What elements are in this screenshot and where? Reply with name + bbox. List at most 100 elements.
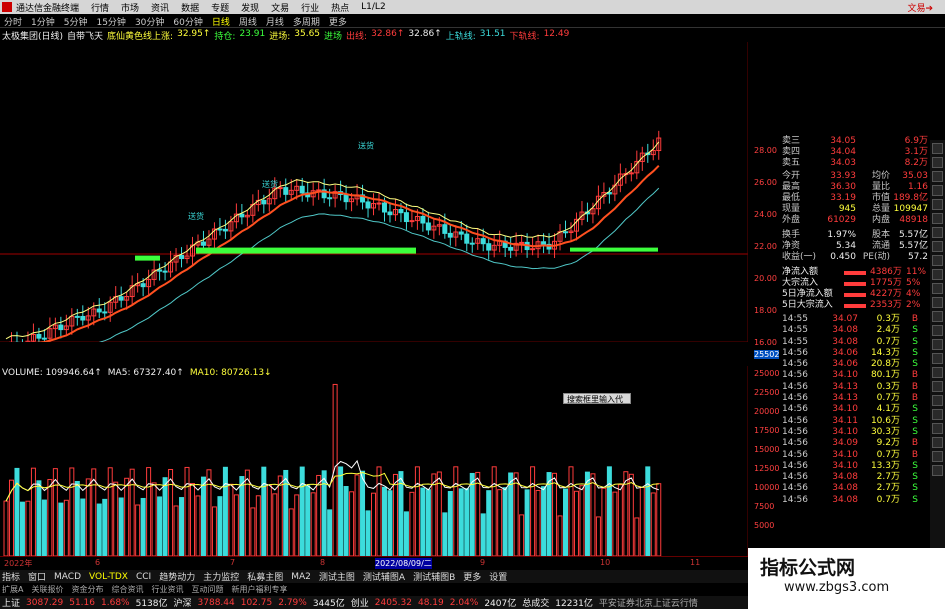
toolbar-icon[interactable]: [932, 339, 943, 350]
candle: [425, 222, 431, 231]
ask-row: 卖三 34.05 6.9万: [782, 136, 930, 147]
menu-item-hangqing[interactable]: 行情: [91, 1, 109, 14]
menu-item-hangye[interactable]: 行业: [301, 1, 319, 14]
quote-label: 外盘: [782, 215, 801, 225]
toolbar-icon[interactable]: [932, 269, 943, 280]
indicator-tab[interactable]: 测试辅图B: [413, 570, 455, 583]
candle: [447, 232, 453, 238]
toolbar-icon[interactable]: [932, 199, 943, 210]
toolbar-icon[interactable]: [932, 185, 943, 196]
tab-weekly[interactable]: 周线: [239, 15, 257, 28]
indicator-tab[interactable]: 指标: [2, 570, 20, 583]
trade-direction: S: [912, 460, 918, 471]
signal-label: 送货: [188, 211, 204, 221]
indicator-tab[interactable]: 设置: [489, 570, 507, 583]
menu-item-zixun[interactable]: 资讯: [151, 1, 169, 14]
toolbar-icon[interactable]: [932, 409, 943, 420]
candle: [261, 199, 267, 205]
indicator-item: 进场: [324, 32, 343, 42]
volume-bar: [595, 516, 601, 556]
toolbar-icon[interactable]: [932, 451, 943, 462]
volume-bar: [310, 492, 316, 556]
toolbar-icon[interactable]: [932, 143, 943, 154]
indicator-tab[interactable]: 更多: [463, 570, 481, 583]
info-tab[interactable]: 互动问题: [191, 584, 223, 595]
candle: [80, 315, 86, 321]
menu-item-redian[interactable]: 热点: [331, 1, 349, 14]
candle: [530, 248, 536, 251]
toolbar-icon[interactable]: [932, 283, 943, 294]
candle: [222, 228, 228, 232]
toolbar-icon[interactable]: [932, 381, 943, 392]
tab-monthly[interactable]: 月线: [266, 15, 284, 28]
candle: [458, 231, 464, 235]
toolbar-icon[interactable]: [932, 353, 943, 364]
menu-item-shuju[interactable]: 数据: [181, 1, 199, 14]
volume-bar: [294, 494, 300, 556]
candlestick-chart[interactable]: 送货送货送货卖点(8.6%): [0, 42, 748, 342]
toolbar-icon[interactable]: [932, 395, 943, 406]
menu-item-faxian[interactable]: 发现: [241, 1, 259, 14]
tab-daily[interactable]: 日线: [212, 15, 230, 28]
toolbar-icon[interactable]: [932, 255, 943, 266]
toolbar-icon[interactable]: [932, 213, 943, 224]
toolbar-icon[interactable]: [932, 157, 943, 168]
toolbar-icon[interactable]: [932, 297, 943, 308]
toolbar-icon[interactable]: [932, 227, 943, 238]
info-tab[interactable]: 关联报价: [31, 584, 63, 595]
trade-volume: 0.3万: [876, 381, 900, 392]
menu-right-link[interactable]: 文易➔: [907, 1, 933, 14]
indicator-tab[interactable]: MA2: [291, 572, 311, 582]
search-popup[interactable]: 搜索框里输入代码: [563, 393, 631, 415]
tab-1min[interactable]: 1分钟: [31, 15, 55, 28]
tab-fenshi[interactable]: 分时: [4, 15, 22, 28]
toolbar-icon[interactable]: [932, 241, 943, 252]
menu-item-l1l2[interactable]: L1/L2: [361, 2, 386, 12]
indicator-tab[interactable]: VOL-TDX: [89, 572, 128, 582]
tab-30min[interactable]: 30分钟: [135, 15, 164, 28]
flow-label: 净流入额: [782, 267, 819, 277]
trade-row: 14:55 34.08 0.7万 S: [782, 337, 930, 348]
menu-item-shichang[interactable]: 市场: [121, 1, 139, 14]
toolbar-icon[interactable]: [932, 367, 943, 378]
toolbar-icon[interactable]: [932, 437, 943, 448]
volume-bar: [228, 483, 234, 556]
indicator-tab[interactable]: CCI: [136, 572, 151, 582]
candle: [563, 231, 569, 234]
info-tab[interactable]: 新用户福利专享: [231, 584, 287, 595]
tab-60min[interactable]: 60分钟: [173, 15, 202, 28]
indicator-tab[interactable]: 测试主图: [319, 570, 355, 583]
quote-value: 34.04: [830, 147, 856, 157]
indicator-tab[interactable]: 私募主图: [247, 570, 283, 583]
quote-label: 均价: [871, 171, 890, 181]
indicator-tab[interactable]: 趋势动力: [159, 570, 195, 583]
trade-direction: B: [911, 449, 918, 460]
info-tab[interactable]: 扩展A: [2, 584, 23, 595]
indicator-tab[interactable]: 窗口: [28, 570, 46, 583]
trade-price: 34.13: [832, 393, 858, 404]
info-tab[interactable]: 行业资讯: [151, 584, 183, 595]
toolbar-icon[interactable]: [932, 311, 943, 322]
menu-item-zhuanti[interactable]: 专题: [211, 1, 229, 14]
volume-bar: [601, 487, 607, 556]
info-tab[interactable]: 资金分布: [71, 584, 103, 595]
tab-5min[interactable]: 5分钟: [64, 15, 88, 28]
menu-item-wenyi[interactable]: 文易: [271, 1, 289, 14]
toolbar-icon[interactable]: [932, 423, 943, 434]
flow-row: 净流入额 4386万 11%: [782, 267, 930, 278]
volume-bar: [206, 469, 212, 556]
toolbar-icon[interactable]: [932, 171, 943, 182]
indicator-tab[interactable]: 测试辅图A: [363, 570, 405, 583]
toolbar-icon[interactable]: [932, 465, 943, 476]
volume-bar: [371, 492, 377, 556]
indicator-tab[interactable]: 主力监控: [203, 570, 239, 583]
trade-price: 34.08: [832, 494, 858, 505]
tab-more[interactable]: 更多: [329, 15, 347, 28]
indicator-tab[interactable]: MACD: [54, 572, 81, 582]
info-tab[interactable]: 综合资讯: [111, 584, 143, 595]
tab-15min[interactable]: 15分钟: [96, 15, 125, 28]
tab-multi-period[interactable]: 多周期: [293, 15, 320, 28]
volume-chart[interactable]: [0, 366, 748, 556]
toolbar-icon[interactable]: [932, 325, 943, 336]
quote-value: 57.2: [907, 252, 928, 262]
